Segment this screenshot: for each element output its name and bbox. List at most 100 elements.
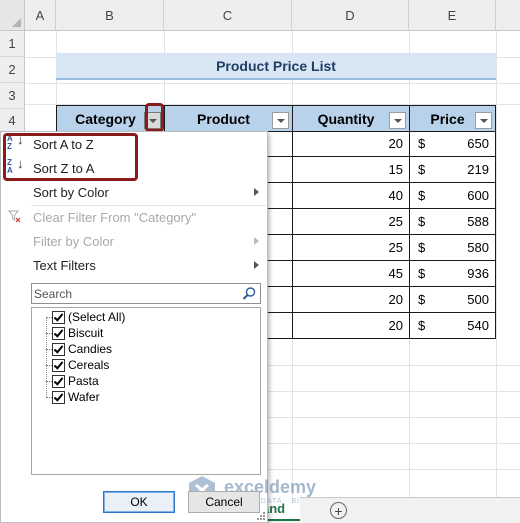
quantity-cell[interactable]: 25 xyxy=(292,209,410,235)
price-filter-dropdown-button[interactable] xyxy=(475,112,492,129)
menu-item-filter-by-color[interactable]: Filter by Color xyxy=(1,229,267,253)
row-header-3[interactable]: 3 xyxy=(0,83,25,109)
price-cell[interactable]: $500 xyxy=(409,287,496,313)
quantity-cell[interactable]: 20 xyxy=(292,313,410,339)
submenu-arrow-icon xyxy=(254,261,259,269)
gridline xyxy=(268,365,520,366)
menu-item-sort-by-color[interactable]: Sort by Color xyxy=(1,180,267,204)
header-price[interactable]: Price xyxy=(409,105,496,132)
gridline xyxy=(409,339,410,497)
sheet-title[interactable]: Product Price List xyxy=(56,53,496,80)
gridline xyxy=(268,469,520,470)
price-cell[interactable]: $588 xyxy=(409,209,496,235)
table-cell[interactable] xyxy=(264,209,293,235)
add-sheet-button[interactable]: + xyxy=(330,502,347,519)
header-product[interactable]: Product xyxy=(164,105,293,132)
table-cell[interactable] xyxy=(264,287,293,313)
checkbox-checked[interactable] xyxy=(52,326,65,340)
gridline xyxy=(25,83,520,84)
header-product-label: Product xyxy=(197,110,250,127)
currency-symbol: $ xyxy=(418,136,426,151)
price-cell[interactable]: $580 xyxy=(409,235,496,261)
select-all-corner[interactable] xyxy=(0,0,25,31)
filter-option[interactable]: Cereals xyxy=(38,357,109,373)
gridline xyxy=(268,443,520,444)
filter-option-label: Biscuit xyxy=(68,326,104,340)
filter-option[interactable]: Wafer xyxy=(38,389,100,405)
filter-search-input[interactable]: Search xyxy=(31,283,261,304)
table-cell[interactable] xyxy=(264,131,293,157)
header-category-label: Category xyxy=(75,110,136,127)
column-header-e[interactable]: E xyxy=(409,0,496,31)
menu-item-text-filters[interactable]: Text Filters xyxy=(1,253,267,277)
row-header-4[interactable]: 4 xyxy=(0,109,25,131)
search-icon xyxy=(242,286,257,304)
currency-symbol: $ xyxy=(418,292,426,307)
quantity-filter-dropdown-button[interactable] xyxy=(389,112,406,129)
currency-symbol: $ xyxy=(418,318,426,333)
menu-item-label: Clear Filter From "Category" xyxy=(33,209,197,225)
header-quantity[interactable]: Quantity xyxy=(292,105,410,132)
filter-option-label: Cereals xyxy=(68,358,110,372)
quantity-cell[interactable]: 20 xyxy=(292,287,410,313)
search-placeholder: Search xyxy=(34,286,73,301)
price-value: 219 xyxy=(467,162,489,177)
table-cell[interactable] xyxy=(264,235,293,261)
table-cell[interactable] xyxy=(264,261,293,287)
checkbox-checked[interactable] xyxy=(52,310,65,324)
table-cell[interactable] xyxy=(264,157,293,183)
currency-symbol: $ xyxy=(418,188,426,203)
product-filter-dropdown-button[interactable] xyxy=(272,112,289,129)
filter-values-list[interactable]: (Select All) Biscuit Candies Cereals Pas… xyxy=(31,307,261,475)
checkbox-checked[interactable] xyxy=(52,374,65,388)
price-value: 600 xyxy=(467,188,489,203)
price-cell[interactable]: $936 xyxy=(409,261,496,287)
quantity-cell[interactable]: 20 xyxy=(292,131,410,157)
quantity-cell[interactable]: 25 xyxy=(292,235,410,261)
price-cell[interactable]: $540 xyxy=(409,313,496,339)
ok-button[interactable]: OK xyxy=(103,491,175,513)
currency-symbol: $ xyxy=(418,240,426,255)
price-value: 936 xyxy=(467,266,489,281)
dropdown-arrow-icon xyxy=(479,118,488,123)
checkbox-checked[interactable] xyxy=(52,358,65,372)
filter-option[interactable]: Candies xyxy=(38,341,112,357)
menu-item-clear-filter[interactable]: Clear Filter From "Category" xyxy=(1,205,267,229)
quantity-cell[interactable]: 15 xyxy=(292,157,410,183)
column-header-a[interactable]: A xyxy=(25,0,56,31)
column-header-c[interactable]: C xyxy=(164,0,292,31)
gridline xyxy=(268,391,520,392)
quantity-cell[interactable]: 40 xyxy=(292,183,410,209)
filter-option-label: Pasta xyxy=(68,374,99,388)
column-header-f[interactable] xyxy=(496,0,520,31)
column-header-d[interactable]: D xyxy=(292,0,409,31)
price-cell[interactable]: $219 xyxy=(409,157,496,183)
gridline xyxy=(268,417,520,418)
resize-grip-icon[interactable] xyxy=(257,512,265,520)
quantity-cell[interactable]: 45 xyxy=(292,261,410,287)
checkbox-checked[interactable] xyxy=(52,342,65,356)
header-quantity-label: Quantity xyxy=(317,110,375,127)
submenu-arrow-icon xyxy=(254,237,259,245)
row-header-2[interactable]: 2 xyxy=(0,57,25,83)
gridline xyxy=(496,31,497,497)
menu-item-label: Filter by Color xyxy=(33,233,114,249)
checkbox-checked[interactable] xyxy=(52,390,65,404)
column-header-b[interactable]: B xyxy=(56,0,164,31)
row-header-1[interactable]: 1 xyxy=(0,31,25,57)
price-cell[interactable]: $600 xyxy=(409,183,496,209)
dropdown-arrow-icon xyxy=(276,118,285,123)
cancel-button[interactable]: Cancel xyxy=(188,491,260,513)
filter-option[interactable]: Pasta xyxy=(38,373,99,389)
filter-option[interactable]: Biscuit xyxy=(38,325,103,341)
price-cell[interactable]: $650 xyxy=(409,131,496,157)
menu-item-label: Sort by Color xyxy=(33,184,109,200)
filter-option-select-all[interactable]: (Select All) xyxy=(38,309,125,325)
table-cell[interactable] xyxy=(264,313,293,339)
filter-option-label: Wafer xyxy=(68,390,100,404)
currency-symbol: $ xyxy=(418,214,426,229)
table-cell[interactable] xyxy=(264,183,293,209)
dropdown-arrow-icon xyxy=(393,118,402,123)
currency-symbol: $ xyxy=(418,162,426,177)
price-value: 580 xyxy=(467,240,489,255)
